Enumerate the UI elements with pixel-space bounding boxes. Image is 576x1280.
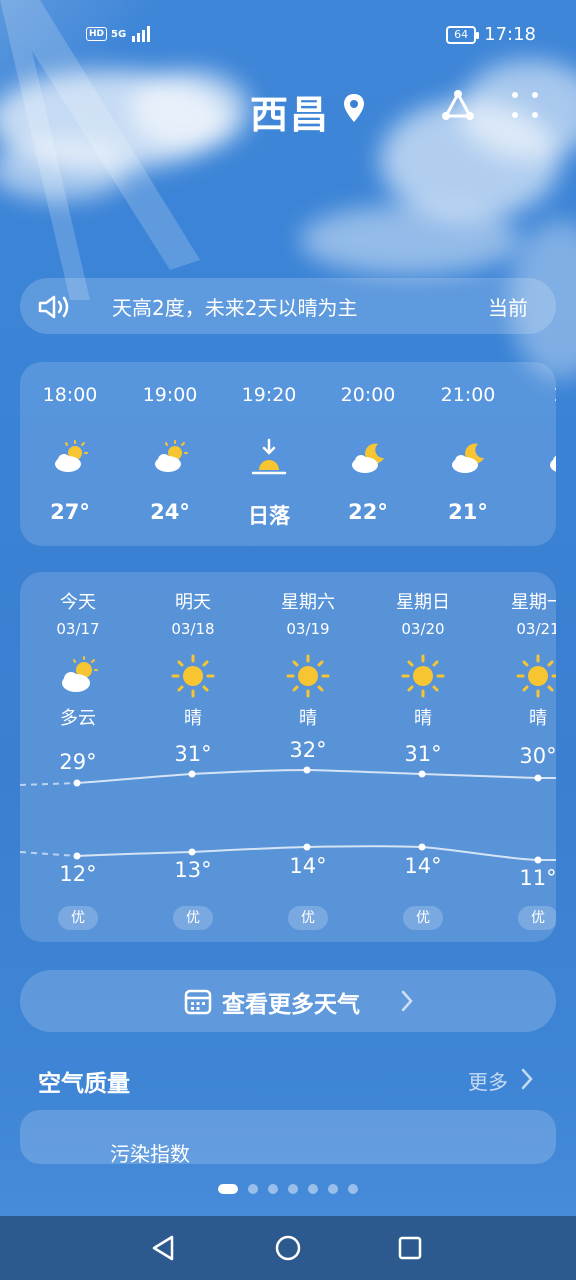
day-low: 12°	[59, 862, 97, 886]
aq-badge: 优	[403, 906, 443, 930]
hour-time: 18:00	[42, 384, 98, 406]
sunset-icon	[251, 438, 287, 475]
day-name: 星期日	[396, 592, 450, 613]
page-dot	[348, 1184, 358, 1194]
day-high: 32°	[289, 738, 327, 762]
aq-badge: 优	[518, 906, 556, 930]
day-name: 明天	[175, 592, 211, 613]
hour-temp: 2	[516, 500, 556, 524]
hour-time: 20:00	[340, 384, 396, 406]
page-dot	[268, 1184, 278, 1194]
day-name: 今天	[60, 592, 96, 613]
day-name: 星期一	[511, 592, 556, 613]
day-high: 31°	[404, 742, 442, 766]
battery-indicator: 64	[446, 25, 480, 44]
navigation-bar	[0, 1216, 576, 1280]
page-dot	[248, 1184, 258, 1194]
sun-icon	[516, 654, 556, 698]
moon-cloud-icon	[550, 455, 556, 472]
hour-temp: 22°	[348, 500, 388, 524]
calendar-icon	[184, 989, 212, 1015]
page-dot	[328, 1184, 338, 1194]
aq-badge: 优	[58, 906, 98, 930]
moon-cloud-icon	[352, 443, 384, 473]
header: 西昌	[0, 80, 576, 140]
weather-ticker[interactable]: 天高2度，未来2天以晴为主 当前	[20, 278, 556, 334]
day-condition: 多云	[60, 708, 96, 729]
recents-icon[interactable]	[396, 1234, 424, 1262]
hour-time: 19:20	[241, 384, 297, 406]
day-condition: 晴	[414, 708, 432, 729]
day-condition: 晴	[529, 708, 547, 729]
moon-cloud-icon	[452, 443, 484, 473]
status-bar: HD 5G 64 17:18	[0, 0, 576, 72]
location-pin-icon[interactable]	[342, 92, 366, 124]
more-weather-button[interactable]: 查看更多天气	[20, 970, 556, 1032]
hourly-forecast[interactable]: 18:00 27° 19:00 24° 19:20 日落 20:00 22° 2…	[20, 362, 556, 546]
page-dot	[288, 1184, 298, 1194]
hour-time: 21:00	[440, 384, 496, 406]
hd-badge: HD	[86, 27, 108, 41]
page-dot	[308, 1184, 318, 1194]
page-dot-active	[218, 1184, 238, 1194]
more-weather-label: 查看更多天气	[222, 992, 360, 1018]
day-high: 30°	[519, 744, 556, 768]
hour-time: 22	[516, 384, 556, 406]
current-button[interactable]: 当前	[488, 292, 528, 321]
network-gen: 5G	[111, 28, 127, 40]
day-low: 11°	[519, 866, 556, 890]
day-name: 星期六	[281, 592, 335, 613]
sun-icon	[171, 654, 215, 698]
sun-cloud-icon	[55, 440, 88, 472]
day-date: 03/18	[171, 620, 215, 638]
day-low: 14°	[404, 854, 442, 878]
day-date: 03/21	[516, 620, 556, 638]
hour-temp: 21°	[448, 500, 488, 524]
share-icon[interactable]	[440, 88, 476, 124]
sun-icon	[401, 654, 445, 698]
aq-badge: 优	[288, 906, 328, 930]
network-indicator: HD 5G	[86, 26, 152, 42]
daily-forecast[interactable]: 今天 03/17 多云 29° 12° 优 明天 03/18 晴 31° 13°…	[20, 572, 556, 942]
day-high: 31°	[174, 742, 212, 766]
day-low: 13°	[174, 858, 212, 882]
sun-cloud-icon	[155, 440, 188, 472]
hour-temp: 日落	[248, 504, 290, 528]
air-quality-card[interactable]: 污染指数	[20, 1110, 556, 1166]
hour-temp: 27°	[50, 500, 90, 524]
chevron-right-icon[interactable]	[520, 1068, 534, 1090]
air-quality-title: 空气质量	[38, 1071, 130, 1097]
sun-icon	[286, 654, 330, 698]
back-icon[interactable]	[150, 1234, 178, 1262]
day-date: 03/19	[286, 620, 330, 638]
more-dots-icon[interactable]	[510, 90, 540, 120]
speaker-icon[interactable]	[38, 294, 74, 320]
sun-cloud-icon	[62, 656, 98, 692]
day-condition: 晴	[184, 708, 202, 729]
hour-time: 19:00	[142, 384, 198, 406]
chevron-right-icon	[401, 990, 413, 1012]
day-condition: 晴	[299, 708, 317, 729]
home-icon[interactable]	[274, 1234, 302, 1262]
clock: 17:18	[484, 24, 536, 45]
day-date: 03/20	[401, 620, 445, 638]
signal-icon	[132, 26, 151, 42]
page-indicator	[0, 1184, 576, 1194]
day-date: 03/17	[56, 620, 100, 638]
hour-temp: 24°	[150, 500, 190, 524]
day-high: 29°	[59, 750, 97, 774]
city-title[interactable]: 西昌	[250, 84, 330, 139]
air-quality-more-link[interactable]: 更多	[468, 1066, 508, 1095]
pollution-index-label: 污染指数	[110, 1142, 190, 1166]
aq-badge: 优	[173, 906, 213, 930]
ticker-message: 天高2度，未来2天以晴为主	[112, 296, 358, 320]
day-low: 14°	[289, 854, 327, 878]
